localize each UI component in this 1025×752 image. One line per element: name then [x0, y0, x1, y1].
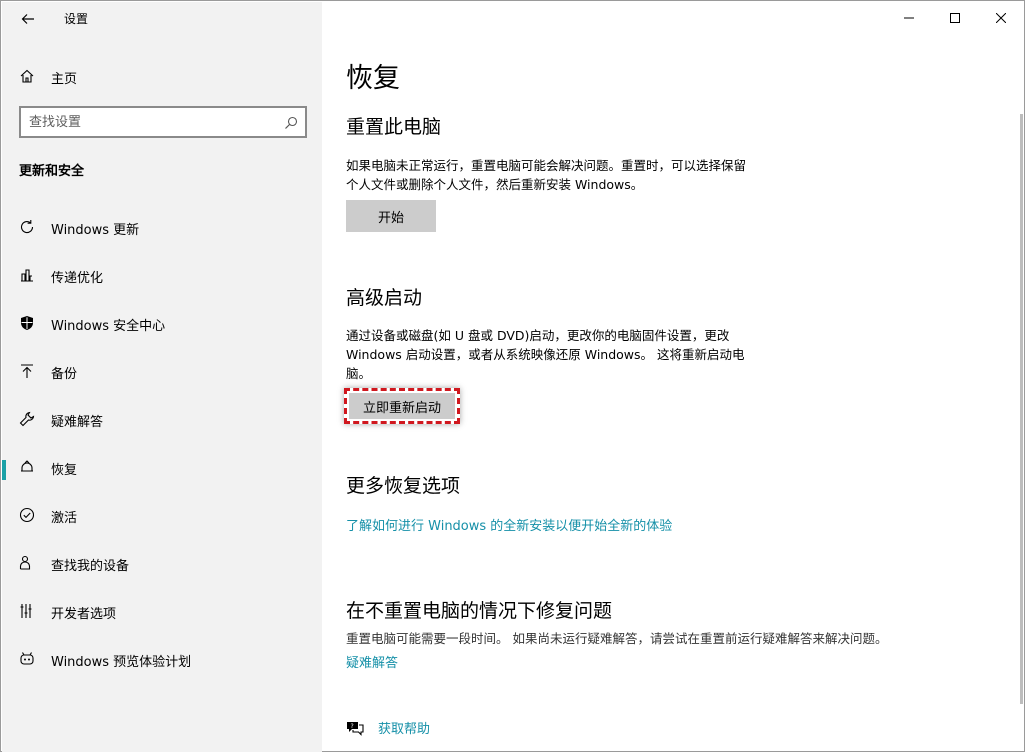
developer-icon [19, 603, 35, 619]
sidebar-item-home[interactable]: 主页 [2, 60, 322, 92]
svg-text:?: ? [351, 723, 354, 730]
back-button[interactable] [12, 6, 44, 32]
insider-icon [19, 651, 35, 667]
search-box[interactable] [19, 106, 307, 138]
sidebar-item-label: 传递优化 [51, 271, 104, 286]
chat-help-icon: ? [347, 721, 364, 736]
main-content: 恢复 重置此电脑 如果电脑未正常运行，重置电脑可能会解决问题。重置时，可以选择保… [322, 2, 1024, 752]
back-arrow-icon [21, 14, 34, 24]
sidebar-item-label: 备份 [51, 367, 78, 382]
check-circle-icon [19, 507, 35, 523]
sidebar-item-label: 疑难解答 [51, 415, 104, 430]
search-icon[interactable] [284, 115, 298, 129]
sidebar-item-label: Windows 更新 [51, 223, 140, 238]
fix-problems-description: 重置电脑可能需要一段时间。 如果尚未运行疑难解答，请尝试在重置前运行疑难解答来解… [346, 631, 888, 646]
backup-icon [19, 363, 35, 379]
refresh-icon [19, 219, 35, 235]
sidebar-item-label: 查找我的设备 [51, 559, 130, 574]
sidebar-item-label: 开发者选项 [51, 607, 117, 622]
reset-start-button[interactable]: 开始 [346, 200, 436, 232]
more-options-heading: 更多恢复选项 [346, 475, 461, 497]
find-device-icon [19, 555, 35, 571]
reset-description: 如果电脑未正常运行，重置电脑可能会解决问题。重置时，可以选择保留 个人文件或删除… [346, 156, 798, 194]
advanced-description-line1: 通过设备或磁盘(如 U 盘或 DVD)启动，更改你的电脑固件设置，更改 [346, 328, 730, 343]
fresh-install-link[interactable]: 了解如何进行 Windows 的全新安装以便开始全新的体验 [346, 515, 672, 534]
reset-description-line2: 个人文件或删除个人文件，然后重新安装 Windows。 [346, 177, 644, 192]
settings-window: 设置 主页 更新和安全 Windows 更新 [0, 0, 1025, 752]
reset-description-line1: 如果电脑未正常运行，重置电脑可能会解决问题。重置时，可以选择保留 [346, 158, 747, 173]
fix-problems-heading: 在不重置电脑的情况下修复问题 [346, 600, 613, 622]
sidebar-item-developer-options[interactable]: 开发者选项 [2, 588, 322, 636]
recovery-icon [19, 459, 35, 475]
home-icon [19, 68, 35, 84]
restart-now-button[interactable]: 立即重新启动 [349, 393, 455, 419]
advanced-description-line3: 脑。 [346, 366, 372, 381]
sidebar-item-label: Windows 安全中心 [51, 319, 166, 334]
sidebar-item-activation[interactable]: 激活 [2, 492, 322, 540]
restart-highlight-box: 立即重新启动 [344, 388, 460, 424]
advanced-startup-description: 通过设备或磁盘(如 U 盘或 DVD)启动，更改你的电脑固件设置，更改 Wind… [346, 326, 798, 383]
sidebar-item-troubleshoot[interactable]: 疑难解答 [2, 396, 322, 444]
app-title: 设置 [64, 12, 89, 26]
get-help-link[interactable]: ? 获取帮助 [346, 718, 430, 737]
shield-icon [19, 315, 35, 331]
sidebar-item-windows-update[interactable]: Windows 更新 [2, 204, 322, 252]
sidebar-item-label: 激活 [51, 511, 78, 526]
sidebar-item-insider-program[interactable]: Windows 预览体验计划 [2, 636, 322, 684]
page-title: 恢复 [346, 63, 400, 94]
advanced-description-line2: Windows 启动设置，或者从系统映像还原 Windows。 这将重新启动电 [346, 347, 745, 362]
sidebar-item-backup[interactable]: 备份 [2, 348, 322, 396]
sidebar-item-label: 恢复 [51, 463, 78, 478]
search-input[interactable] [29, 113, 274, 131]
get-help-label: 获取帮助 [378, 722, 431, 737]
sidebar-item-recovery[interactable]: 恢复 [2, 444, 322, 492]
delivery-icon [19, 267, 35, 283]
troubleshoot-link[interactable]: 疑难解答 [346, 652, 398, 671]
section-title: 更新和安全 [19, 164, 85, 179]
sidebar-item-label: 主页 [51, 72, 78, 87]
sidebar-item-delivery-optimization[interactable]: 传递优化 [2, 252, 322, 300]
reset-heading: 重置此电脑 [346, 116, 442, 138]
sidebar-item-security-center[interactable]: Windows 安全中心 [2, 300, 322, 348]
sidebar: 设置 主页 更新和安全 Windows 更新 [2, 2, 322, 752]
sidebar-item-find-device[interactable]: 查找我的设备 [2, 540, 322, 588]
advanced-startup-heading: 高级启动 [346, 287, 423, 309]
sidebar-item-label: Windows 预览体验计划 [51, 655, 192, 670]
sidebar-nav: Windows 更新 传递优化 Windows 安全中心 备份 疑难解答 恢复 … [2, 204, 322, 684]
wrench-icon [19, 411, 35, 427]
scrollbar[interactable] [1020, 114, 1023, 704]
